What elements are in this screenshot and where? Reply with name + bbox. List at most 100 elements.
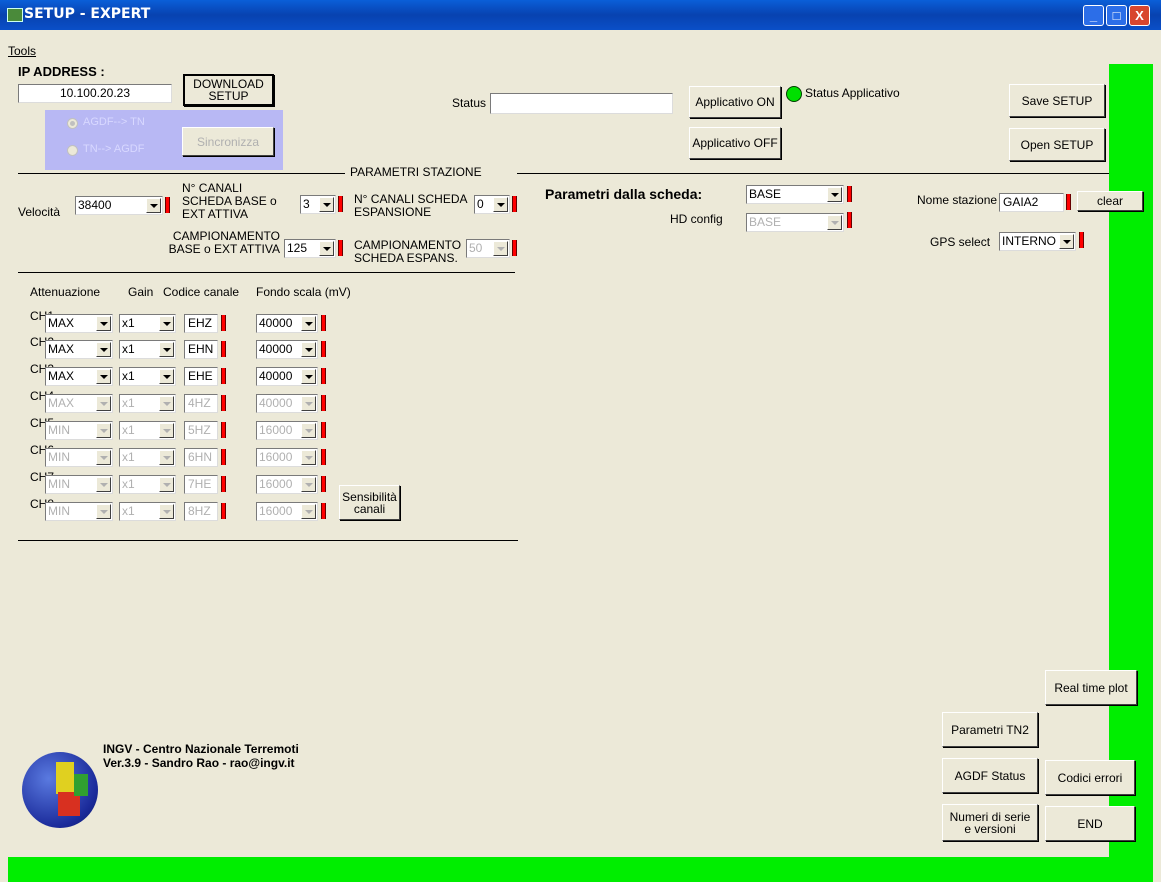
gain-select[interactable]: x1 <box>119 340 176 359</box>
velocita-select[interactable]: 38400 <box>75 196 163 215</box>
gain-select[interactable]: x1 <box>119 448 176 467</box>
agdf-to-tn-radio[interactable] <box>67 118 78 129</box>
gps-select[interactable]: INTERNO <box>999 232 1076 251</box>
nome-stazione-input[interactable]: GAIA2 <box>999 193 1064 212</box>
end-button[interactable]: END <box>1045 806 1135 841</box>
fondo-scala-select[interactable]: 16000 <box>256 475 318 494</box>
codice-canale-input[interactable]: EHE <box>184 367 218 386</box>
chevron-down-icon[interactable] <box>319 197 334 212</box>
chevron-down-icon[interactable] <box>96 477 111 492</box>
fondo-scala-select[interactable]: 16000 <box>256 421 318 440</box>
chevron-down-icon[interactable] <box>827 215 842 230</box>
codice-canale-input[interactable]: EHN <box>184 340 218 359</box>
hd-config-select[interactable]: BASE <box>746 213 844 232</box>
chevron-down-icon[interactable] <box>159 369 174 384</box>
download-setup-button[interactable]: DOWNLOAD SETUP <box>183 74 274 106</box>
chevron-down-icon[interactable] <box>301 450 316 465</box>
codice-canale-input[interactable]: 4HZ <box>184 394 218 413</box>
attenuazione-select[interactable]: MAX <box>45 340 113 359</box>
fondo-scala-select[interactable]: 40000 <box>256 314 318 333</box>
fondo-scala-select[interactable]: 40000 <box>256 340 318 359</box>
codice-canale-input[interactable]: 5HZ <box>184 421 218 440</box>
channels-divider-bottom <box>18 540 518 541</box>
parametri-scheda-select[interactable]: BASE <box>746 185 844 204</box>
chevron-down-icon[interactable] <box>301 504 316 519</box>
chevron-down-icon[interactable] <box>96 450 111 465</box>
chevron-down-icon[interactable] <box>301 369 316 384</box>
close-button[interactable]: X <box>1129 5 1150 26</box>
ip-address-input[interactable]: 10.100.20.23 <box>18 84 172 103</box>
fondo-scala-select[interactable]: 40000 <box>256 367 318 386</box>
chevron-down-icon[interactable] <box>96 316 111 331</box>
chevron-down-icon[interactable] <box>301 342 316 357</box>
maximize-button[interactable]: □ <box>1106 5 1127 26</box>
attenuazione-select[interactable]: MAX <box>45 394 113 413</box>
chevron-down-icon[interactable] <box>96 396 111 411</box>
canali-base-select[interactable]: 3 <box>300 195 336 214</box>
fondo-scala-select[interactable]: 16000 <box>256 502 318 521</box>
status-input[interactable] <box>490 93 673 114</box>
campionamento-base-select[interactable]: 125 <box>284 239 336 258</box>
chevron-down-icon[interactable] <box>96 342 111 357</box>
chevron-down-icon[interactable] <box>301 316 316 331</box>
chevron-down-icon[interactable] <box>96 423 111 438</box>
applicativo-off-button[interactable]: Applicativo OFF <box>689 127 781 159</box>
chevron-down-icon[interactable] <box>96 504 111 519</box>
codici-errori-button[interactable]: Codici errori <box>1045 760 1135 795</box>
attenuazione-header: Attenuazione <box>30 285 101 299</box>
chevron-down-icon[interactable] <box>827 187 842 202</box>
minimize-button[interactable]: _ <box>1083 5 1104 26</box>
attenuazione-select[interactable]: MIN <box>45 475 113 494</box>
campionamento-esp-select[interactable]: 50 <box>466 239 510 258</box>
chevron-down-icon[interactable] <box>159 342 174 357</box>
real-time-plot-button[interactable]: Real time plot <box>1045 670 1137 705</box>
canali-esp-select[interactable]: 0 <box>474 195 510 214</box>
sincronizza-button[interactable]: Sincronizza <box>182 127 274 156</box>
agdf-status-button[interactable]: AGDF Status <box>942 758 1038 793</box>
chevron-down-icon[interactable] <box>159 396 174 411</box>
attenuazione-select[interactable]: MAX <box>45 314 113 333</box>
chevron-down-icon[interactable] <box>301 423 316 438</box>
chevron-down-icon[interactable] <box>159 423 174 438</box>
parametri-tn2-button[interactable]: Parametri TN2 <box>942 712 1038 747</box>
gain-select[interactable]: x1 <box>119 314 176 333</box>
chevron-down-icon[interactable] <box>319 241 334 256</box>
gain-select[interactable]: x1 <box>119 394 176 413</box>
open-setup-button[interactable]: Open SETUP <box>1009 128 1105 161</box>
chevron-down-icon[interactable] <box>493 197 508 212</box>
fondo-scala-select[interactable]: 40000 <box>256 394 318 413</box>
chevron-down-icon[interactable] <box>96 369 111 384</box>
title-bar[interactable]: SETUP - EXPERT _ □ X <box>0 0 1161 30</box>
chevron-down-icon[interactable] <box>159 504 174 519</box>
chevron-down-icon[interactable] <box>159 477 174 492</box>
attenuazione-select[interactable]: MIN <box>45 421 113 440</box>
attenuazione-select[interactable]: MAX <box>45 367 113 386</box>
fondo-scala-marker <box>321 341 326 357</box>
chevron-down-icon[interactable] <box>146 198 161 213</box>
clear-button[interactable]: clear <box>1077 191 1143 211</box>
codice-canale-input[interactable]: 8HZ <box>184 502 218 521</box>
chevron-down-icon[interactable] <box>301 396 316 411</box>
chevron-down-icon[interactable] <box>159 316 174 331</box>
menu-tools[interactable]: Tools <box>8 44 36 58</box>
codice-canale-input[interactable]: 6HN <box>184 448 218 467</box>
attenuazione-select[interactable]: MIN <box>45 502 113 521</box>
gain-select[interactable]: x1 <box>119 367 176 386</box>
chevron-down-icon[interactable] <box>493 241 508 256</box>
sensibilita-canali-button[interactable]: Sensibilità canali <box>339 485 400 520</box>
gain-select[interactable]: x1 <box>119 475 176 494</box>
chevron-down-icon[interactable] <box>1059 234 1074 249</box>
tn-to-agdf-radio[interactable] <box>67 145 78 156</box>
chevron-down-icon[interactable] <box>301 477 316 492</box>
applicativo-on-button[interactable]: Applicativo ON <box>689 86 781 118</box>
codice-canale-input[interactable]: 7HE <box>184 475 218 494</box>
chevron-down-icon[interactable] <box>159 450 174 465</box>
codice-canale-input[interactable]: EHZ <box>184 314 218 333</box>
gain-select[interactable]: x1 <box>119 502 176 521</box>
ip-address-label: IP ADDRESS : <box>18 64 105 79</box>
fondo-scala-select[interactable]: 16000 <box>256 448 318 467</box>
gain-select[interactable]: x1 <box>119 421 176 440</box>
attenuazione-select[interactable]: MIN <box>45 448 113 467</box>
save-setup-button[interactable]: Save SETUP <box>1009 84 1105 117</box>
numeri-serie-button[interactable]: Numeri di serie e versioni <box>942 804 1038 841</box>
